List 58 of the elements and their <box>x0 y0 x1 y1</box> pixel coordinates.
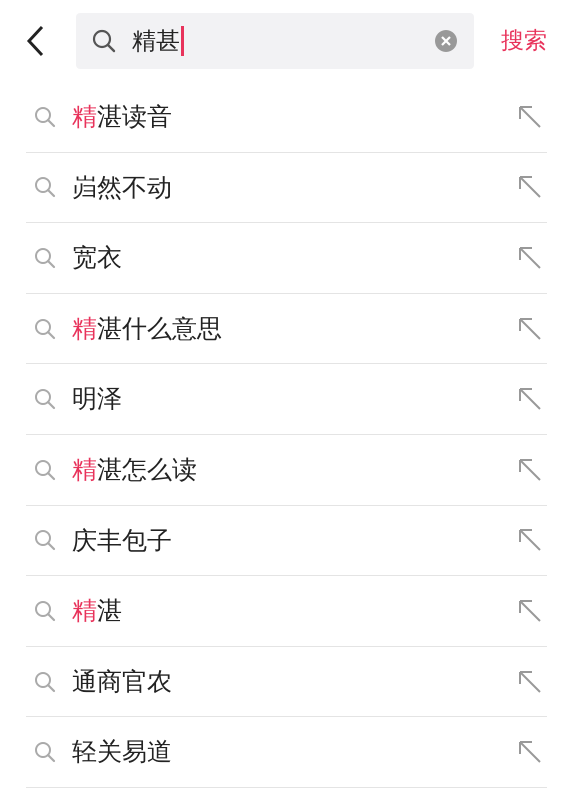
suggestion-text: 庆丰包子 <box>72 524 172 557</box>
fill-in-button[interactable] <box>517 244 543 271</box>
fill-in-button[interactable] <box>517 104 543 130</box>
arrow-up-left-icon <box>517 174 543 200</box>
suggestion-row[interactable]: 精湛怎么读 <box>26 434 547 506</box>
search-icon <box>34 600 56 622</box>
fill-in-button[interactable] <box>517 386 543 412</box>
suggestion-row[interactable]: 精湛读音 <box>26 82 547 153</box>
suggestion-text: 岿然不动 <box>72 172 172 204</box>
arrow-up-left-icon <box>517 668 543 695</box>
suggestion-row[interactable]: 明泽 <box>26 364 547 435</box>
arrow-up-left-icon <box>517 316 543 342</box>
suggestion-text: 宽衣 <box>72 242 122 274</box>
suggestion-row[interactable]: 通商官农 <box>26 646 547 718</box>
clear-icon <box>434 29 458 53</box>
suggestion-text: 精湛读音 <box>72 101 172 134</box>
suggestion-text: 精湛 <box>72 595 122 628</box>
fill-in-button[interactable] <box>517 527 543 554</box>
clear-button[interactable] <box>434 29 458 53</box>
suggestion-row[interactable]: 精湛什么意思 <box>26 294 547 364</box>
search-icon <box>34 106 56 128</box>
search-icon <box>34 741 56 764</box>
arrow-up-left-icon <box>517 598 543 624</box>
suggestion-text: 通商官农 <box>72 666 172 698</box>
arrow-up-left-icon <box>517 456 543 483</box>
search-icon <box>34 176 56 198</box>
fill-in-button[interactable] <box>517 316 543 342</box>
search-icon <box>34 388 56 410</box>
suggestion-text: 明泽 <box>72 383 122 416</box>
fill-in-button[interactable] <box>517 174 543 200</box>
search-icon <box>34 670 56 693</box>
fill-in-button[interactable] <box>517 739 543 766</box>
arrow-up-left-icon <box>517 386 543 412</box>
back-icon <box>26 25 44 57</box>
suggestion-text: 轻关易道 <box>72 736 172 768</box>
arrow-up-left-icon <box>517 527 543 554</box>
fill-in-button[interactable] <box>517 456 543 483</box>
suggestion-row[interactable]: 庆丰包子 <box>26 506 547 576</box>
search-icon <box>34 529 56 552</box>
arrow-up-left-icon <box>517 244 543 271</box>
search-field[interactable]: 精甚 <box>76 13 474 69</box>
search-icon <box>34 246 56 269</box>
suggestion-row[interactable]: 轻关易道 <box>26 717 547 788</box>
fill-in-button[interactable] <box>517 668 543 695</box>
suggestion-text: 精湛怎么读 <box>72 454 197 486</box>
suggestion-row[interactable]: 宽衣 <box>26 223 547 294</box>
arrow-up-left-icon <box>517 104 543 130</box>
text-cursor <box>181 26 184 56</box>
fill-in-button[interactable] <box>517 598 543 624</box>
search-icon <box>34 458 56 481</box>
search-icon <box>92 29 116 53</box>
arrow-up-left-icon <box>517 739 543 766</box>
suggestion-row[interactable]: 精湛 <box>26 576 547 647</box>
search-icon <box>34 318 56 340</box>
search-text: 精甚 <box>132 26 180 57</box>
search-button[interactable]: 搜索 <box>501 24 547 58</box>
suggestion-text: 精湛什么意思 <box>72 312 222 345</box>
suggestion-row[interactable]: 岿然不动 <box>26 152 547 224</box>
